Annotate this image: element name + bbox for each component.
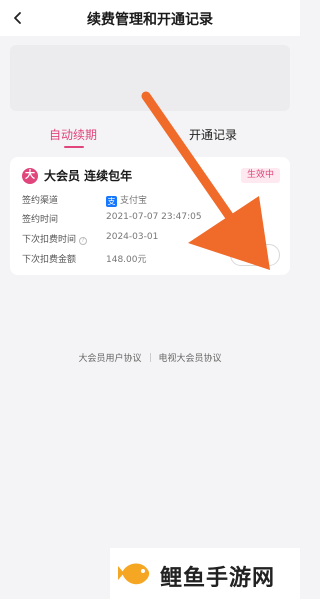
divider — [149, 353, 151, 362]
row-label: 签约时间 — [22, 215, 59, 225]
vip-logo-icon: 大 — [22, 168, 38, 184]
subscription-title: 大会员 连续包年 — [44, 169, 133, 183]
subscription-card: 大 大会员 连续包年 生效中 签约渠道 支支付宝 签约时间 2021-07-07… — [10, 157, 290, 275]
row-next-charge-time: 下次扣费时间? 2024-03-01 — [22, 232, 158, 245]
status-badge: 生效中 — [240, 168, 280, 183]
watermark: 鲤鱼手游网 — [110, 548, 300, 599]
watermark-text: 鲤鱼手游网 — [160, 566, 276, 591]
page-title: 续费管理和开通记录 — [87, 12, 213, 28]
sign-channel-value: 支付宝 — [120, 196, 148, 206]
row-label: 下次扣费时间 — [22, 235, 77, 245]
tab-bar: 自动续期 开通记录 — [0, 120, 300, 148]
tab-activation-records[interactable]: 开通记录 — [158, 126, 268, 143]
banner-area — [10, 45, 290, 111]
link-vip-user-agreement[interactable]: 大会员用户协议 — [78, 351, 141, 364]
sign-time-value: 2021-07-07 23:47:05 — [106, 212, 202, 222]
fish-logo-icon — [118, 563, 150, 585]
top-navbar: 续费管理和开通记录 — [0, 0, 300, 36]
row-sign-channel: 签约渠道 支支付宝 — [22, 193, 147, 207]
row-sign-time: 签约时间 2021-07-07 23:47:05 — [22, 212, 202, 225]
row-value: 支支付宝 — [106, 193, 147, 207]
tab-auto-renew[interactable]: 自动续期 — [18, 126, 128, 143]
row-next-charge-amount: 下次扣费金额 148.00元 — [22, 252, 147, 265]
info-icon[interactable]: ? — [79, 237, 88, 245]
cancel-subscription-button[interactable]: 解约 — [230, 244, 280, 266]
next-charge-time-value: 2024-03-01 — [106, 232, 159, 242]
alipay-icon: 支 — [106, 196, 117, 207]
link-tv-vip-agreement[interactable]: 电视大会员协议 — [159, 351, 222, 364]
row-label: 签约渠道 — [22, 196, 59, 206]
footer-links: 大会员用户协议 电视大会员协议 — [0, 351, 300, 364]
row-label: 下次扣费金额 — [22, 255, 77, 265]
active-tab-indicator — [64, 146, 84, 148]
next-charge-amount-value: 148.00元 — [106, 255, 147, 265]
